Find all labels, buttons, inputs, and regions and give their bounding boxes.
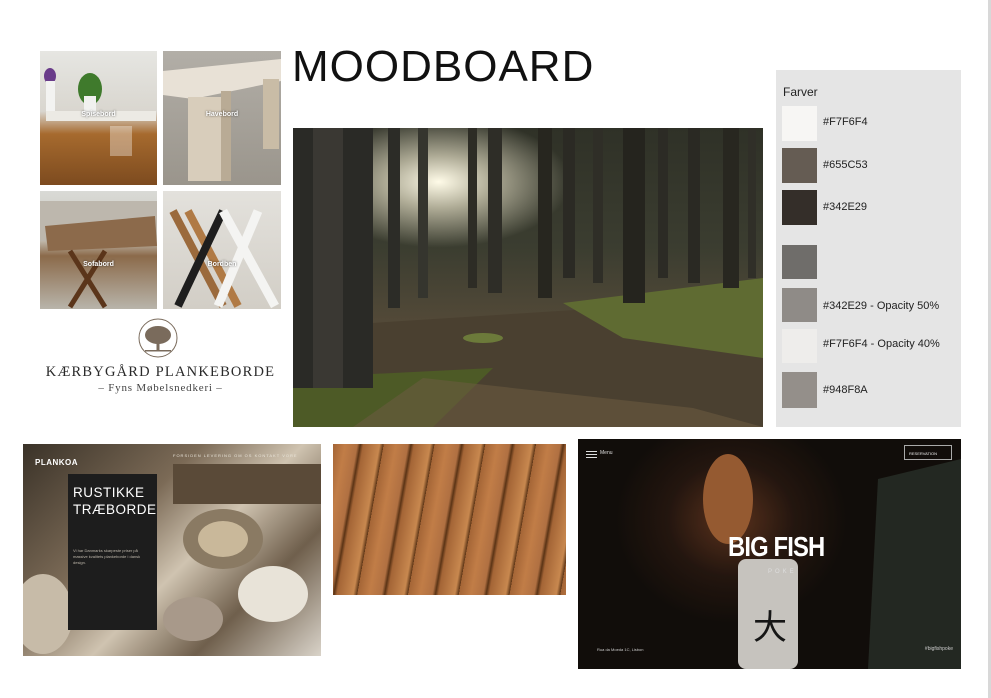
color-swatch bbox=[782, 329, 817, 363]
brand-subtitle: – Fyns Møbelsnedkeri – bbox=[98, 382, 223, 394]
color-swatch bbox=[782, 106, 817, 141]
table-legs-photo bbox=[169, 208, 279, 309]
swatch-label: #F7F6F4 - Opacity 40% bbox=[823, 338, 940, 350]
bigfish-subtitle: POKE bbox=[768, 569, 797, 575]
tile-caption: Spisebord bbox=[81, 111, 116, 118]
hero-text: Vi har Danmarks skarpeste priser på mass… bbox=[73, 548, 141, 565]
swatch-label: #342E29 - Opacity 50% bbox=[823, 300, 940, 312]
menu-label[interactable]: Menu bbox=[600, 450, 613, 456]
bigfish-logo: BIG FISH bbox=[728, 531, 825, 562]
wood-planks-photo bbox=[333, 444, 566, 595]
swatch-label: #655C53 bbox=[823, 159, 868, 171]
forest-photo bbox=[293, 128, 763, 427]
page-title: MOODBOARD bbox=[292, 42, 595, 91]
color-swatch bbox=[782, 245, 817, 279]
tree-logo-icon bbox=[138, 318, 178, 358]
brand-name: KÆRBYGÅRD PLANKEBORDE bbox=[45, 364, 276, 380]
swatch-label: #948F8A bbox=[823, 384, 868, 396]
coffee-table-photo bbox=[40, 201, 157, 309]
tile-caption: Sofabord bbox=[83, 261, 114, 268]
product-tile-sofabord: Sofabord bbox=[40, 191, 157, 309]
color-swatch bbox=[782, 372, 817, 408]
color-swatch bbox=[782, 148, 817, 183]
rustic-tables-website-screenshot: PLANKOA FORSIDEN LEVERING OM OS KONTAKT … bbox=[23, 444, 321, 656]
swatch-label: #F7F6F4 bbox=[823, 116, 868, 128]
hero-card: RUSTIKKE TRÆBORDE Vi har Danmarks skarpe… bbox=[68, 474, 157, 630]
hero-heading: RUSTIKKE TRÆBORDE bbox=[73, 485, 157, 517]
garden-table-photo bbox=[163, 59, 281, 181]
color-swatch bbox=[782, 190, 817, 225]
swatch-label: #342E29 bbox=[823, 201, 868, 213]
color-swatch bbox=[782, 288, 817, 322]
site-nav: FORSIDEN LEVERING OM OS KONTAKT VORE bbox=[173, 453, 298, 458]
palette-title: Farver bbox=[783, 85, 818, 99]
product-tile-havebord: Havebord bbox=[163, 51, 281, 185]
bigfish-website-screenshot: 大 Menu RESERVATION BIG FISH POKE Rua da … bbox=[578, 439, 961, 669]
address-text: Rua da Moeda 1C, Lisbon bbox=[597, 647, 644, 652]
site-brand: PLANKOA bbox=[35, 458, 79, 467]
hashtag-text: #bigfishpoke bbox=[924, 646, 953, 652]
reservation-button[interactable]: RESERVATION bbox=[904, 445, 952, 460]
forest-trees bbox=[293, 128, 763, 427]
product-tile-spisebord: Spisebord bbox=[40, 51, 157, 185]
hamburger-menu-icon[interactable] bbox=[586, 451, 597, 458]
tile-caption: Havebord bbox=[205, 111, 239, 118]
tile-caption: Bordben bbox=[207, 261, 237, 268]
dining-table-photo bbox=[44, 68, 156, 156]
product-tile-bordben: Bordben bbox=[163, 191, 281, 309]
